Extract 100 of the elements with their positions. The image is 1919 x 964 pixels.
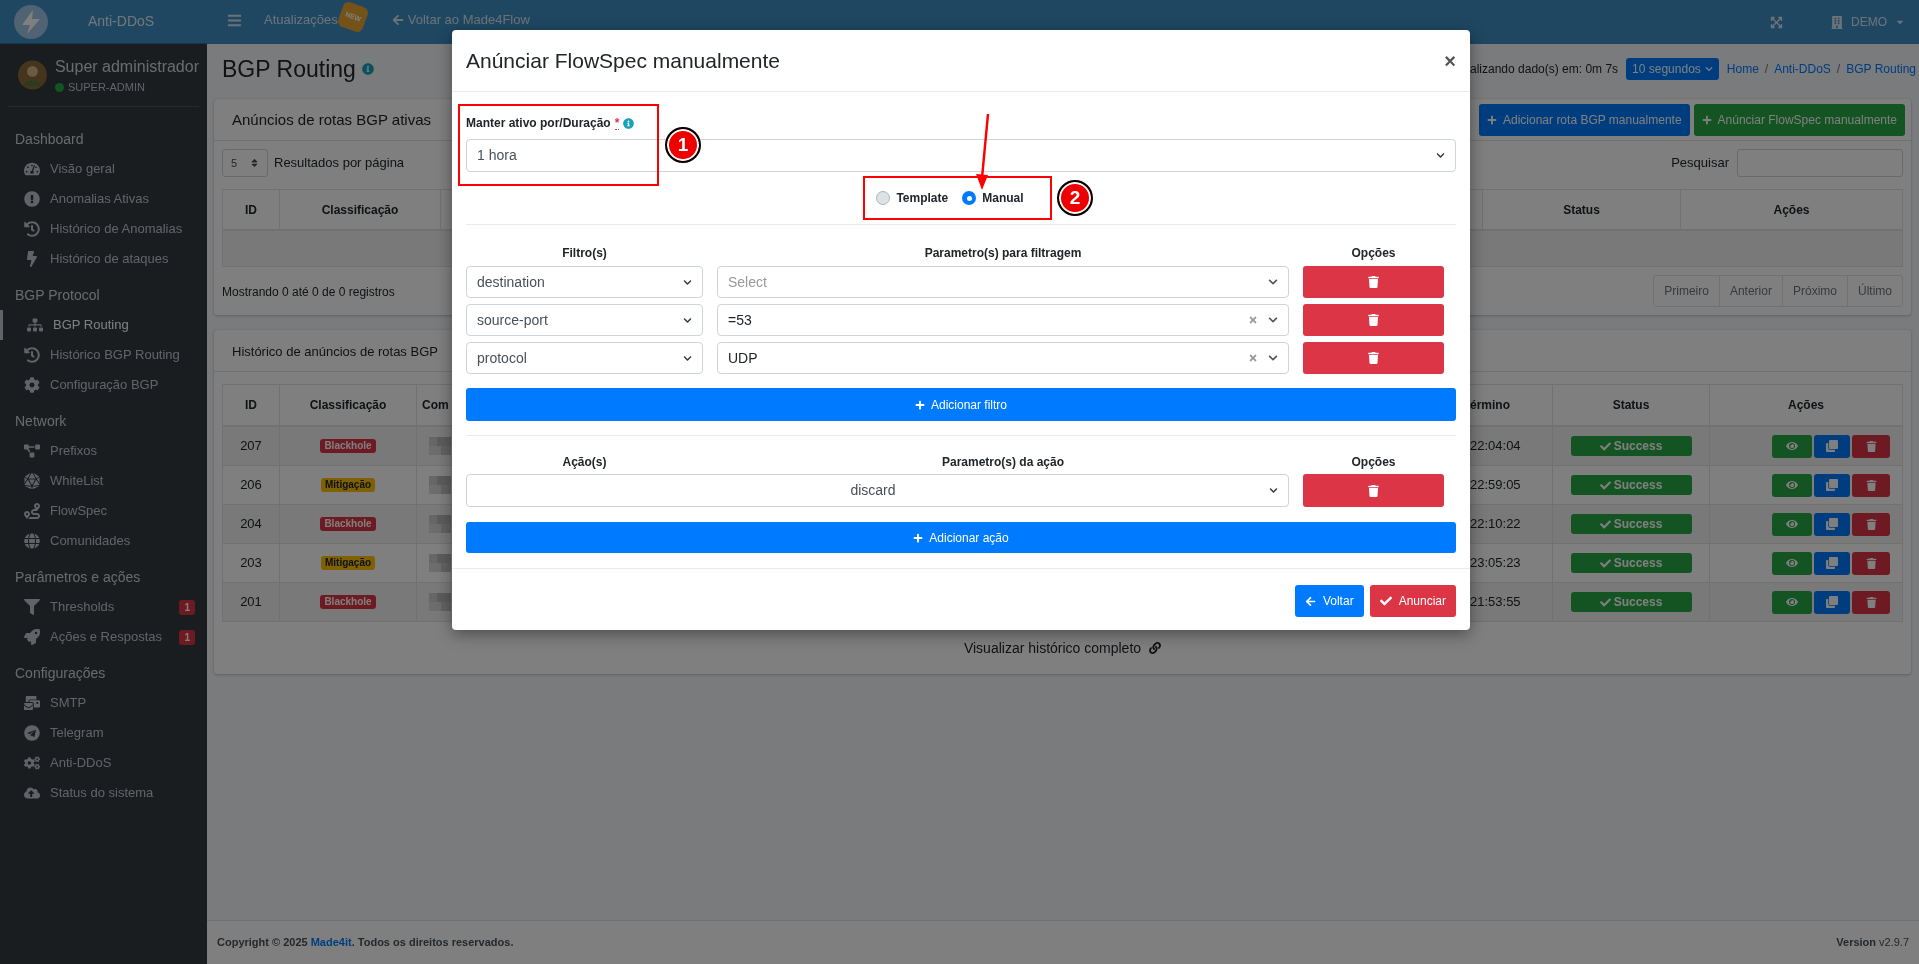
back-button[interactable]: Voltar [1294, 585, 1364, 617]
submit-button[interactable]: Anunciar [1369, 585, 1456, 617]
close-button[interactable]: × [1444, 50, 1456, 71]
back-link[interactable]: Voltar ao Made4Flow [391, 8, 530, 32]
eye-icon [1786, 557, 1798, 569]
info-icon[interactable] [623, 117, 635, 129]
filter-select[interactable]: destination [466, 266, 703, 298]
delete-button[interactable] [1303, 342, 1444, 374]
gauge-icon [24, 161, 40, 177]
sidebar-item[interactable]: Prefixos [0, 436, 207, 466]
sidebar-item[interactable]: Histórico de Anomalias [0, 214, 207, 244]
sidebar-item[interactable]: Telegram [0, 718, 207, 748]
search-field[interactable] [1737, 149, 1903, 177]
breadcrumb-separator: / [1764, 61, 1769, 78]
view-button[interactable] [1772, 512, 1812, 536]
sidebar-item[interactable]: Visão geral [0, 154, 207, 184]
action-select[interactable]: discard [466, 474, 1289, 507]
announce-flowspec-button[interactable]: Anúnciar FlowSpec manualmente [1693, 103, 1905, 136]
delete-button[interactable] [1303, 266, 1444, 298]
brand-name: Anti-DDoS [88, 12, 155, 31]
updates-link[interactable]: Atualizações [264, 8, 338, 32]
sidebar-item[interactable]: Configuração BGP [0, 370, 207, 400]
info-icon[interactable] [361, 63, 374, 75]
radio-button[interactable] [962, 191, 977, 205]
sidebar-item[interactable]: FlowSpec [0, 496, 207, 526]
radio-button[interactable] [876, 191, 891, 205]
rocket-icon [24, 629, 40, 645]
breadcrumb-link[interactable]: BGP Routing [1846, 60, 1917, 78]
pagination-button[interactable]: Anterior [1718, 276, 1782, 306]
delete-button[interactable] [1852, 590, 1890, 614]
parameter-select[interactable]: Select [717, 266, 1289, 298]
delete-button[interactable] [1852, 512, 1890, 536]
parameter-select[interactable]: =53 [717, 304, 1289, 336]
sidebar-item[interactable]: WhiteList [0, 466, 207, 496]
view-button[interactable] [1772, 551, 1812, 575]
step-marker: 2 [1057, 180, 1093, 216]
check-icon [1599, 557, 1611, 569]
version-number: v2.9.7 [1879, 935, 1909, 951]
user-name: Super administrador [54, 56, 199, 77]
table-cell: 207 [223, 427, 280, 465]
radio-option[interactable]: Template [876, 189, 949, 207]
full-history-link[interactable]: Visualizar histórico completo [963, 637, 1162, 659]
sidebar-item[interactable]: Comunidades [0, 526, 207, 556]
clear-icon[interactable] [1248, 315, 1258, 325]
sidebar-item[interactable]: Anomalias Ativas [0, 184, 207, 214]
account-menu[interactable]: DEMO [1831, 13, 1905, 31]
pagination-button[interactable]: Primeiro [1654, 276, 1719, 306]
delete-button[interactable] [1852, 473, 1890, 497]
add-filter-button[interactable]: Adicionar filtro [466, 388, 1456, 421]
add-action-button[interactable]: Adicionar ação [466, 522, 1456, 553]
copy-button[interactable] [1814, 473, 1850, 497]
pagination-button[interactable]: Último [1847, 276, 1902, 306]
refresh-interval-select[interactable]: 10 segundos [1626, 58, 1719, 80]
classification-tag: Blackhole [320, 517, 376, 531]
delete-button[interactable] [1852, 551, 1890, 575]
sidebar-item[interactable]: Histórico BGP Routing [0, 340, 207, 370]
pagination-button[interactable]: Próximo [1781, 276, 1847, 306]
route-icon [24, 503, 40, 519]
filter-select[interactable]: protocol [466, 342, 703, 374]
eye-icon [1786, 479, 1798, 491]
sidebar-section-title: Network [15, 411, 67, 431]
trash-icon [1368, 276, 1379, 288]
breadcrumb-link[interactable]: Anti-DDoS [1774, 60, 1831, 78]
view-button[interactable] [1772, 434, 1812, 458]
sidebar-section-title: Parâmetros e ações [15, 567, 141, 587]
arrow-left-icon [1304, 595, 1316, 607]
sidebar-item[interactable]: Ações e Respostas 1 [0, 622, 207, 652]
table-info: Mostrando 0 até 0 de 0 registros [222, 285, 395, 299]
plus-icon [913, 532, 924, 543]
radio-option[interactable]: Manual [962, 189, 1024, 207]
sidebar-item[interactable]: Thresholds 1 [0, 592, 207, 622]
sidebar-item[interactable]: Histórico de ataques [0, 244, 207, 274]
clear-icon[interactable] [1248, 353, 1258, 363]
copy-button[interactable] [1814, 551, 1850, 575]
add-route-button[interactable]: Adicionar rota BGP manualmente [1479, 103, 1690, 136]
delete-button[interactable] [1303, 304, 1444, 336]
view-button[interactable] [1772, 473, 1812, 497]
sidebar-item[interactable]: SMTP [0, 688, 207, 718]
version-label: Version [1836, 935, 1877, 951]
delete-button[interactable] [1852, 434, 1890, 458]
parameter-select[interactable]: UDP [717, 342, 1289, 374]
breadcrumb-link[interactable]: Home [1726, 60, 1759, 78]
fullscreen-icon[interactable] [1770, 15, 1783, 29]
delete-button[interactable] [1303, 474, 1444, 507]
check-icon [1599, 518, 1611, 530]
trash-icon [1865, 557, 1877, 569]
trash-icon [1368, 314, 1379, 326]
view-button[interactable] [1772, 590, 1812, 614]
copy-button[interactable] [1814, 590, 1850, 614]
copy-button[interactable] [1814, 434, 1850, 458]
column-header: Opções [1350, 245, 1397, 262]
filter-select[interactable]: source-port [466, 304, 703, 336]
sidebar-item[interactable]: Anti-DDoS [0, 748, 207, 778]
status-text: Success [1613, 438, 1663, 455]
company-link[interactable]: Made4it [310, 936, 352, 949]
exclamation-icon [24, 191, 40, 207]
copy-button[interactable] [1814, 512, 1850, 536]
sidebar-item[interactable]: Status do sistema [0, 778, 207, 808]
page-size-select[interactable]: 5 [222, 149, 268, 177]
history-icon [24, 221, 40, 237]
